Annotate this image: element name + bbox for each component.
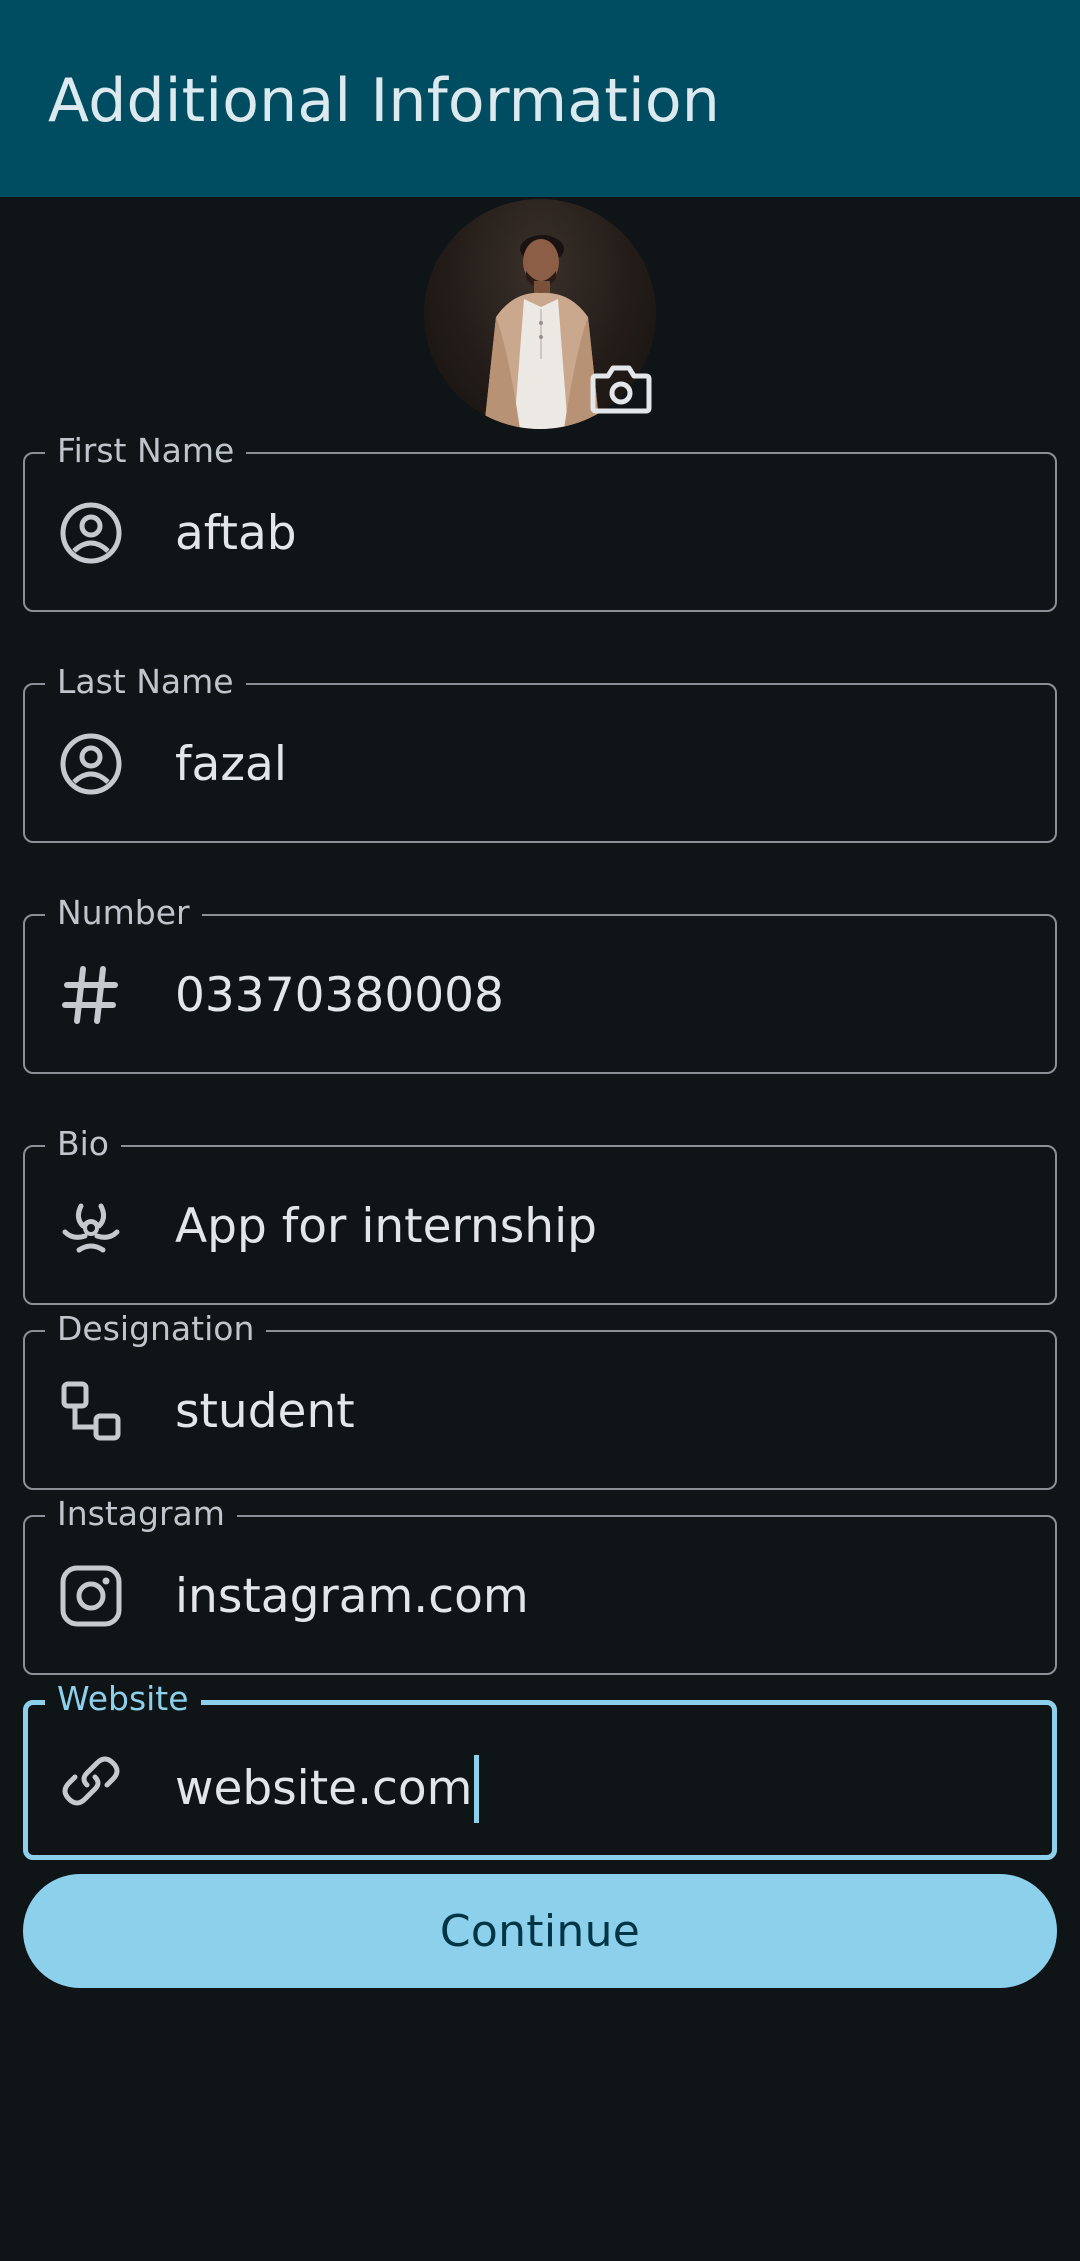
number-field[interactable]: Number 03370380008 <box>23 893 1057 1074</box>
designation-field[interactable]: Designation student <box>23 1309 1057 1490</box>
account-circle-icon <box>59 732 123 796</box>
camera-icon <box>590 362 652 418</box>
bio-label: Bio <box>45 1124 121 1164</box>
website-field[interactable]: Website website.com <box>23 1679 1057 1860</box>
bio-input[interactable]: App for internship <box>175 1200 597 1254</box>
designation-label: Designation <box>45 1309 267 1349</box>
first-name-label: First Name <box>45 431 247 471</box>
first-name-input[interactable]: aftab <box>175 507 297 561</box>
biohazard-icon <box>59 1194 123 1258</box>
bio-field[interactable]: Bio App for internship <box>23 1124 1057 1305</box>
last-name-label: Last Name <box>45 662 246 702</box>
website-input-text: website.com <box>175 1761 473 1816</box>
link-icon <box>59 1749 123 1813</box>
designation-input[interactable]: student <box>175 1385 355 1439</box>
instagram-label: Instagram <box>45 1494 237 1534</box>
text-cursor <box>474 1755 480 1823</box>
last-name-input[interactable]: fazal <box>175 738 287 792</box>
app-bar: Additional Information <box>0 0 1080 197</box>
last-name-field[interactable]: Last Name fazal <box>23 662 1057 843</box>
website-label: Website <box>45 1679 201 1719</box>
account-circle-icon <box>59 501 123 565</box>
flow-icon <box>59 1379 123 1443</box>
profile-photo-picker[interactable] <box>424 199 656 429</box>
number-label: Number <box>45 893 202 933</box>
instagram-icon <box>59 1564 123 1628</box>
instagram-input[interactable]: instagram.com <box>175 1570 529 1624</box>
change-photo-button[interactable] <box>588 361 654 419</box>
continue-button[interactable]: Continue <box>23 1874 1057 1988</box>
instagram-field[interactable]: Instagram instagram.com <box>23 1494 1057 1675</box>
website-input[interactable]: website.com <box>175 1755 480 1823</box>
first-name-field[interactable]: First Name aftab <box>23 431 1057 612</box>
hash-icon <box>59 963 123 1027</box>
page-title: Additional Information <box>48 66 720 136</box>
number-input[interactable]: 03370380008 <box>175 969 504 1023</box>
